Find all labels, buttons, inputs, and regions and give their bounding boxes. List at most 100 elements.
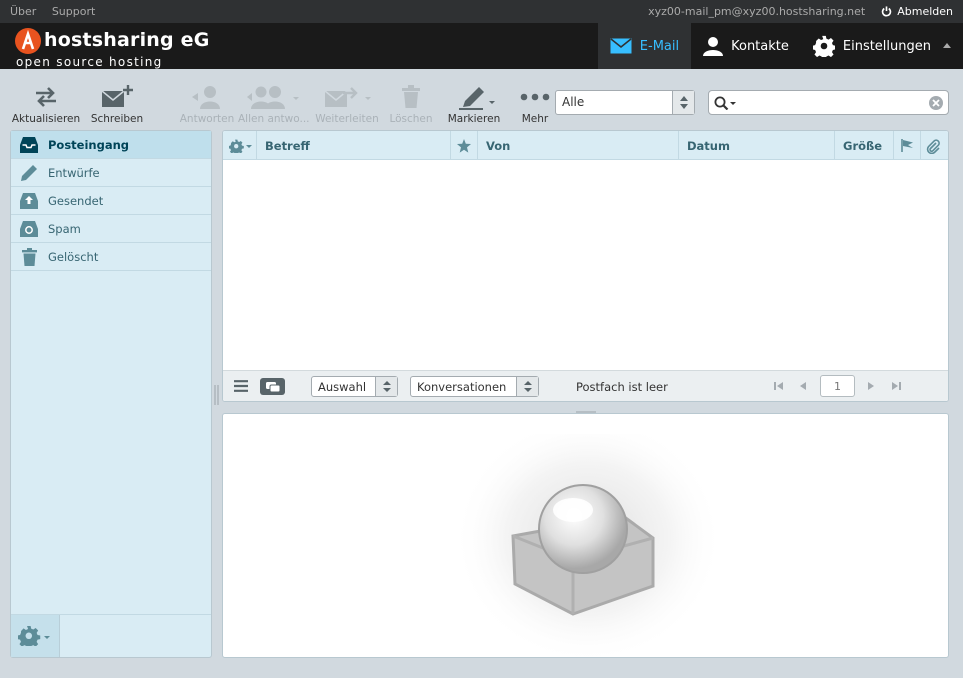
mail-icon [610,38,632,54]
task-contacts[interactable]: Kontakte [691,23,801,69]
task-settings-label: Einstellungen [842,38,931,54]
filter-value: Alle [562,95,585,109]
first-page-button[interactable] [774,380,784,394]
updown-arrows-icon [680,96,688,109]
list-menu-button[interactable] [234,380,248,395]
toolbar: Aktualisieren Schreiben Antworten Allen … [0,69,963,129]
message-list-footer: Auswahl Konversationen Postfach ist leer… [223,370,948,401]
logout-button[interactable]: Abmelden [881,5,953,18]
flag-icon [901,139,913,152]
threads-dropdown[interactable]: Konversationen [410,376,539,397]
reply-label: Antworten [179,113,235,125]
column-subject[interactable]: Betreff [257,131,451,160]
delete-label: Löschen [389,113,433,125]
folder-spam[interactable]: Spam [11,215,211,243]
message-filter-select[interactable]: Alle [555,90,695,115]
previous-page-icon [800,382,806,390]
spam-icon [20,220,38,237]
logout-label: Abmelden [897,5,953,18]
gear-icon [18,626,50,646]
logo-icon [15,28,41,54]
folder-drafts[interactable]: Entwürfe [11,159,211,187]
page-number-input[interactable]: 1 [820,375,855,397]
compose-icon [101,85,133,107]
paperclip-icon [926,139,940,155]
folder-inbox[interactable]: Posteingang [11,131,211,159]
reply-icon [192,86,220,109]
caret-up-icon [943,43,951,48]
mark-button[interactable]: Markieren [446,83,502,125]
marker-pen-icon [459,87,495,110]
splitter-grip-icon [214,385,219,405]
search-box[interactable] [708,90,949,115]
reply-all-icon [247,86,299,109]
folder-trash[interactable]: Gelöscht [11,243,211,271]
power-icon [882,6,892,17]
reply-all-label: Allen antwo... [238,113,310,125]
task-settings[interactable]: Einstellungen [801,23,943,69]
brand-name: hostsharing eG [44,29,210,51]
search-icon [714,96,736,111]
folder-label: Entwürfe [48,165,100,180]
message-list: Betreff Von Datum Größe Auswahl Konversa… [222,130,949,402]
delete-button[interactable]: Löschen [386,83,436,125]
search-reset-button[interactable] [929,96,943,113]
task-mail[interactable]: E-Mail [597,23,692,69]
refresh-label: Aktualisieren [11,113,81,125]
username: xyz00-mail_pm@xyz00.hostsharing.net [648,5,866,18]
last-page-icon [892,382,901,390]
refresh-button[interactable]: Aktualisieren [10,83,82,125]
folder-sent[interactable]: Gesendet [11,187,211,215]
support-link[interactable]: Support [52,5,95,18]
folder-label: Gesendet [48,193,104,208]
column-date[interactable]: Datum [679,131,835,160]
message-preview-pane [222,413,949,658]
reply-all-button[interactable]: Allen antwo... [238,83,310,125]
mailbox-status: Postfach ist leer [576,380,668,394]
folder-list: Posteingang Entwürfe Gesendet Spam Gelös… [10,130,212,658]
reply-button[interactable]: Antworten [178,83,236,125]
select-dropdown[interactable]: Auswahl [311,376,398,397]
forward-icon [324,87,371,107]
vertical-splitter[interactable] [214,385,219,408]
trash-icon [402,85,420,108]
last-page-button[interactable] [891,380,901,394]
inbox-icon [20,136,38,153]
threads-icon [266,382,281,393]
folder-list-footer [11,614,211,657]
top-line-bar: Über Support xyz00-mail_pm@xyz00.hostsha… [0,0,963,23]
previous-page-button[interactable] [799,380,807,394]
task-mail-label: E-Mail [639,38,680,54]
threads-label: Konversationen [417,380,507,394]
trash-icon [21,247,37,266]
updown-arrows-icon [383,381,391,392]
mark-label: Markieren [447,113,501,125]
refresh-arrows-icon [36,87,56,107]
list-icon [234,380,248,392]
folder-actions-button[interactable] [11,615,60,657]
column-attachment[interactable] [921,131,948,160]
column-flagged[interactable] [894,131,921,160]
taskbar: E-Mail Kontakte Einstellungen [597,23,953,69]
task-contacts-label: Kontakte [731,38,789,54]
first-page-icon [774,382,783,390]
folder-label: Posteingang [48,137,130,152]
compose-button[interactable]: Schreiben [88,83,146,125]
user-icon [703,37,724,56]
more-button[interactable]: Mehr [514,83,556,125]
app-header: hostsharing eG open source hosting E-Mai… [0,23,963,69]
search-options-button[interactable] [714,96,740,113]
clear-icon [929,96,943,110]
compose-label: Schreiben [90,113,144,125]
column-size[interactable]: Größe [835,131,894,160]
next-page-button[interactable] [867,380,875,394]
list-options-button[interactable] [223,131,257,160]
roundcube-watermark-icon [453,434,723,657]
about-link[interactable]: Über [10,5,36,18]
column-flag-star[interactable] [451,131,478,160]
taskbar-more-button[interactable] [943,23,953,69]
thread-toggle-button[interactable] [260,378,285,395]
column-from[interactable]: Von [478,131,679,160]
star-icon [457,139,471,153]
forward-button[interactable]: Weiterleiten [314,83,380,125]
